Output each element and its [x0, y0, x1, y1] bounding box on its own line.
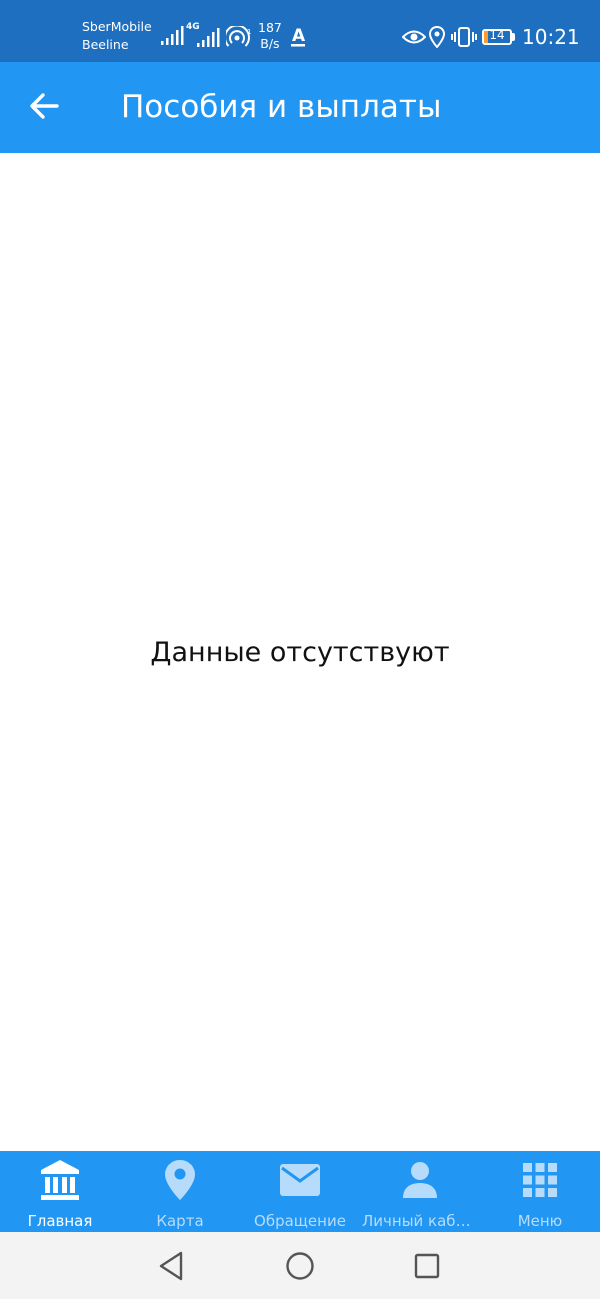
recents-square-icon [414, 1253, 440, 1279]
nav-label-personal-account: Личный каби... [362, 1212, 480, 1230]
battery-level: 14 [489, 29, 505, 42]
status-bar: SberMobile Beeline 4G 1 187 B/s A 14 10:… [0, 0, 600, 62]
signal-4g-icon: 4G [186, 22, 222, 48]
bottom-navigation: Главная Карта Обращение Личный каби... М… [0, 1151, 600, 1232]
envelope-icon [280, 1164, 320, 1196]
net-speed-value: 187 [258, 20, 282, 35]
nav-label-home: Главная [27, 1212, 93, 1230]
carrier-2: Beeline [82, 37, 129, 52]
person-icon [403, 1162, 437, 1198]
nav-item-home[interactable]: Главная [0, 1151, 120, 1232]
net-speed-unit: B/s [260, 36, 280, 51]
system-navigation-bar [0, 1232, 600, 1299]
app-bar: Пособия и выплаты [0, 62, 600, 153]
network-speed: 187 B/s [258, 20, 282, 52]
nav-label-map: Карта [156, 1212, 204, 1230]
location-icon [429, 26, 445, 48]
signal-bars-icon [161, 26, 184, 45]
nav-label-appeal: Обращение [254, 1212, 346, 1230]
hotspot-icon: 1 [226, 26, 251, 47]
page-title: Пособия и выплаты [121, 89, 442, 125]
empty-state-message: Данные отсутствуют [150, 637, 450, 668]
nav-item-personal-account[interactable]: Личный каби... [360, 1151, 480, 1232]
map-pin-icon [165, 1160, 195, 1200]
arrow-back-icon [30, 93, 59, 119]
home-circle-icon [286, 1252, 314, 1280]
nav-item-map[interactable]: Карта [120, 1151, 240, 1232]
back-triangle-icon [159, 1251, 183, 1281]
carrier-1: SberMobile [82, 19, 152, 34]
back-button[interactable] [18, 80, 70, 132]
system-recents-button[interactable] [407, 1246, 447, 1286]
nav-item-appeal[interactable]: Обращение [240, 1151, 360, 1232]
eye-icon [402, 30, 426, 44]
nav-label-menu: Меню [517, 1212, 563, 1230]
svg-text:1: 1 [247, 28, 251, 36]
svg-text:A: A [292, 26, 306, 46]
nav-item-menu[interactable]: Меню [480, 1151, 600, 1232]
battery-icon: 14 [482, 29, 512, 45]
carrier-names: SberMobile Beeline [82, 18, 152, 54]
vibrate-icon [451, 27, 477, 47]
bank-building-icon [41, 1160, 79, 1200]
main-content: Данные отсутствуют [0, 153, 600, 1151]
system-home-button[interactable] [280, 1246, 320, 1286]
battery-cap [512, 33, 515, 41]
font-a-icon: A [291, 26, 306, 47]
system-back-button[interactable] [151, 1246, 191, 1286]
grid-menu-icon [523, 1163, 557, 1197]
status-time: 10:21 [522, 25, 580, 49]
